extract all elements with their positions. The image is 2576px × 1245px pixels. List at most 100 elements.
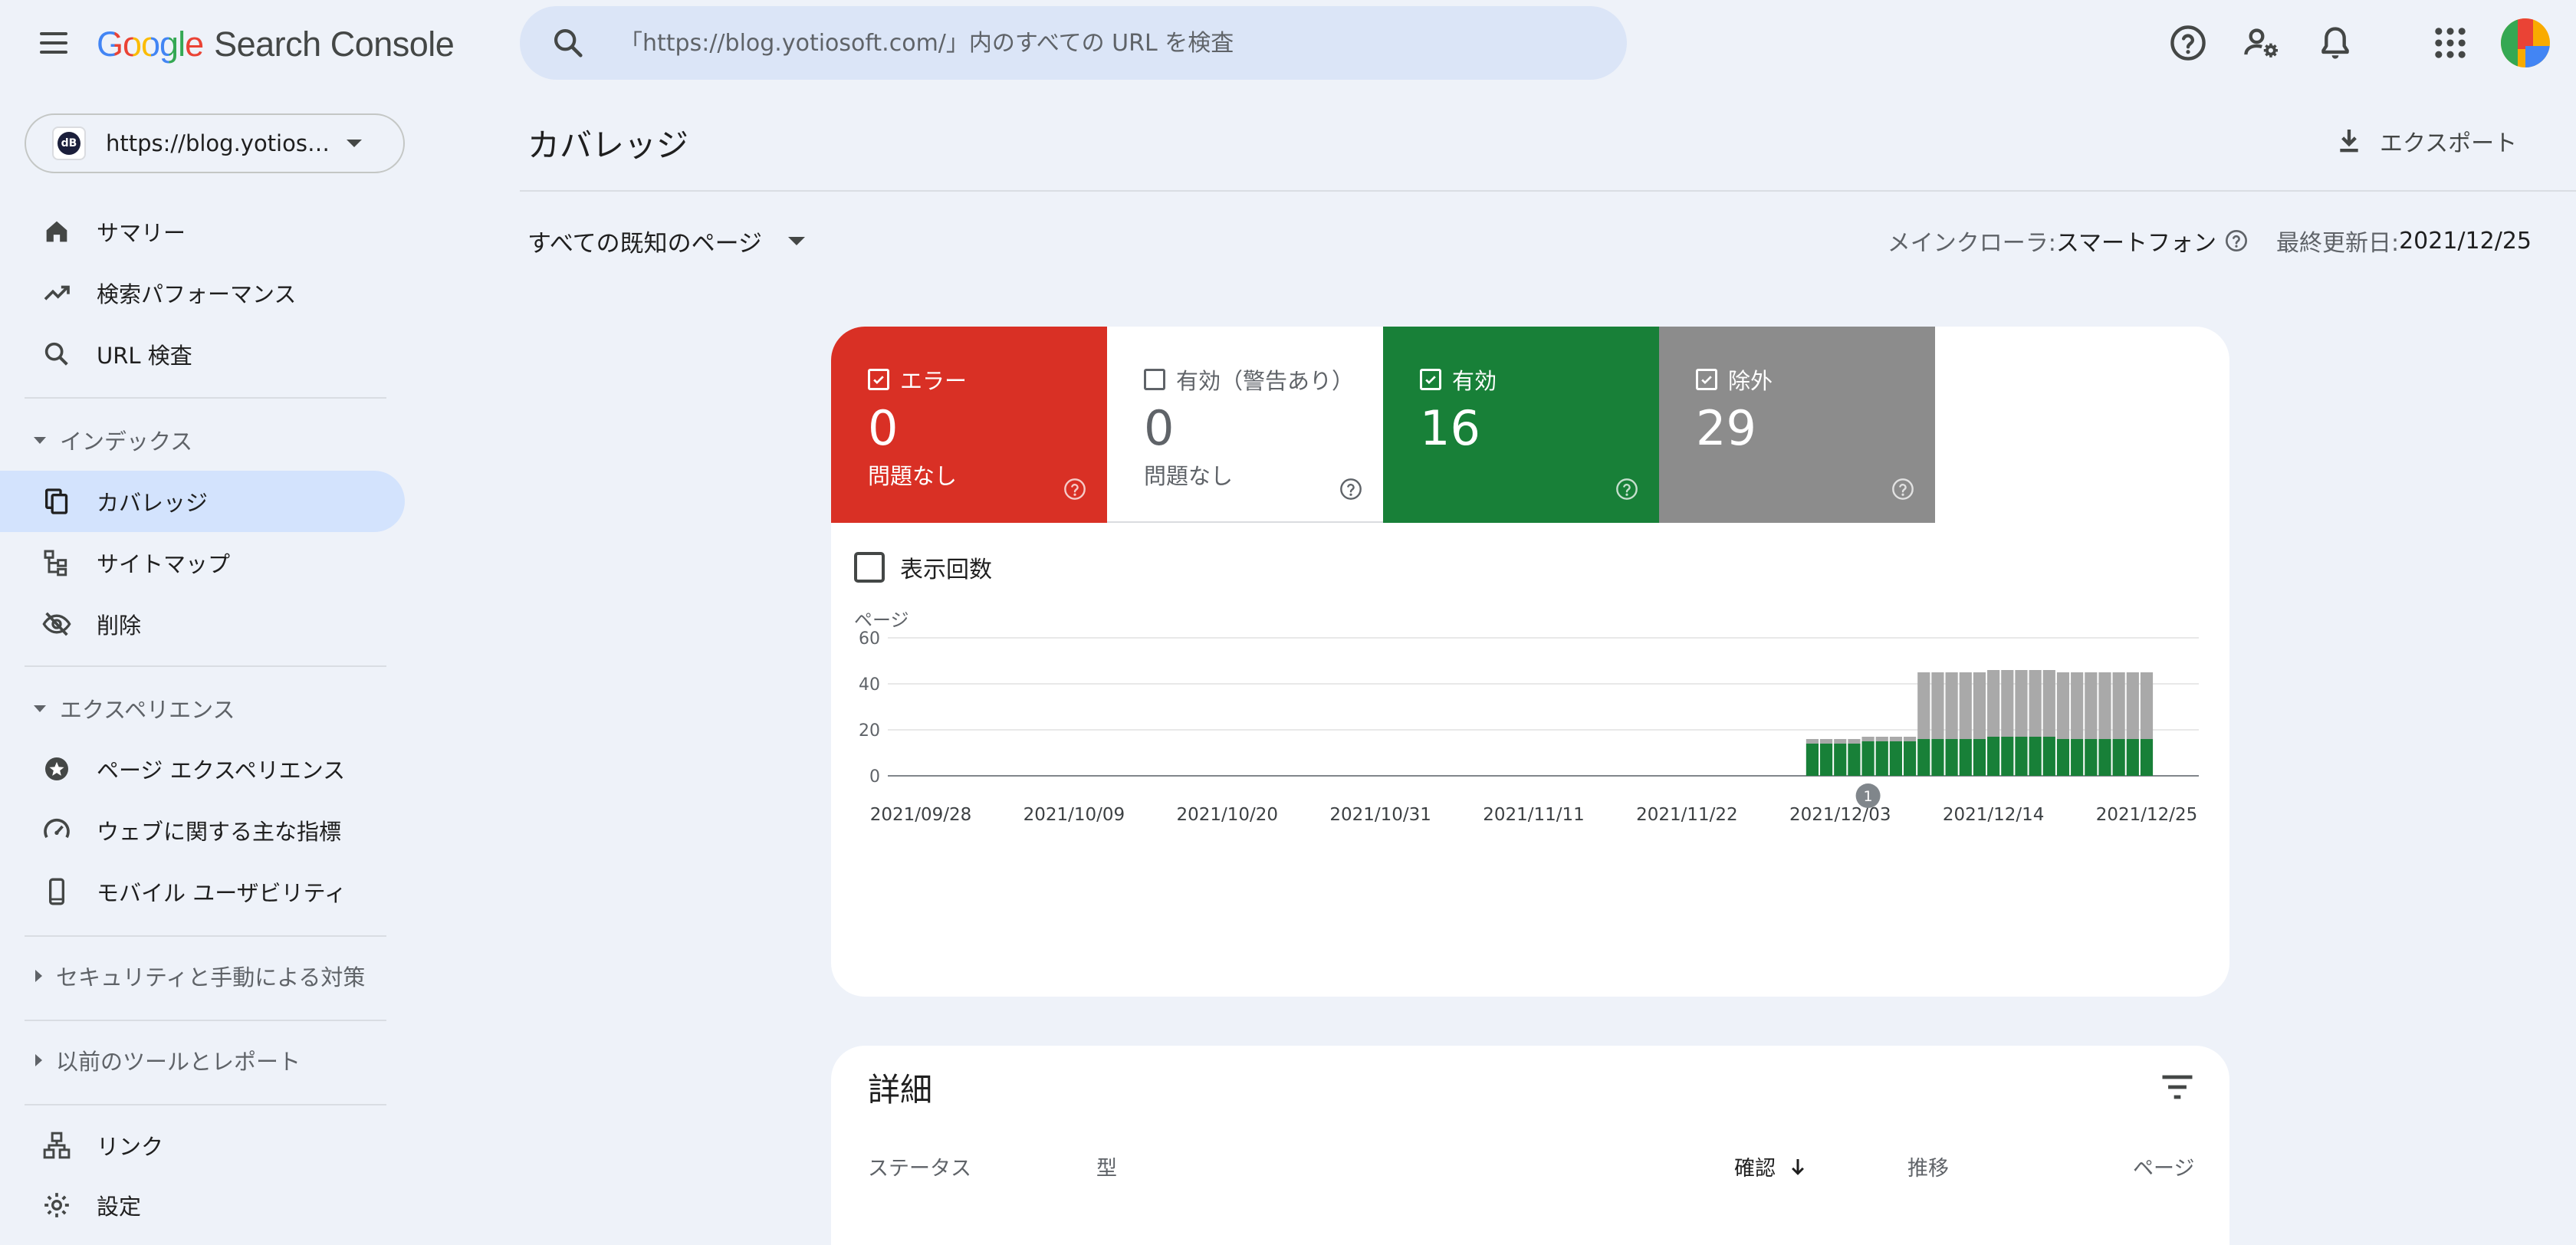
checkbox[interactable] (1696, 369, 1717, 390)
annotation-marker[interactable]: 1 (1855, 783, 1881, 808)
details-title: 詳細 (868, 1071, 933, 1109)
bar-valid (1806, 744, 1819, 776)
bar-excluded (1861, 737, 1875, 741)
notifications-bell-icon[interactable] (2315, 23, 2355, 63)
help-icon[interactable] (2168, 23, 2208, 63)
y-tick-label: 0 (869, 767, 880, 787)
app-logo[interactable]: Google Search Console (97, 23, 455, 66)
google-wordmark: Google (97, 25, 204, 64)
tile-valid[interactable]: 有効 16 (1383, 327, 1659, 523)
collapse-arrow-icon (34, 705, 46, 712)
filter-icon[interactable] (2157, 1067, 2197, 1107)
column-header-type[interactable]: 型 (1096, 1151, 1117, 1181)
bar-excluded (2098, 672, 2111, 739)
sidebar-item-page-experience[interactable]: ページ エクスペリエンス (0, 738, 405, 800)
sidebar-section-legacy-tools[interactable]: 以前のツールとレポート (0, 1037, 405, 1083)
page-filter-dropdown[interactable]: すべての既知のページ (527, 221, 805, 261)
bar-excluded (1945, 672, 1958, 739)
bar-valid (1917, 739, 1930, 776)
tile-subtitle: 問題なし (868, 463, 958, 489)
bar-valid (2029, 737, 2042, 776)
bar-excluded (1987, 670, 2000, 737)
bar-excluded (1889, 737, 1903, 741)
sidebar-item-summary[interactable]: サマリー (0, 201, 405, 262)
bar-valid (1819, 744, 1833, 776)
help-icon[interactable] (1891, 477, 1915, 501)
manage-users-icon[interactable] (2242, 23, 2282, 63)
sidebar-item-search-performance[interactable]: 検索パフォーマンス (0, 262, 405, 324)
bar-valid (1987, 737, 2000, 776)
sidebar-item-coverage[interactable]: カバレッジ (0, 471, 405, 532)
x-tick-label: 2021/11/22 (1636, 805, 1738, 825)
bar-excluded (1819, 739, 1833, 744)
column-header-validation[interactable]: 確認 (1734, 1151, 1809, 1181)
column-header-trend[interactable]: 推移 (1907, 1151, 1949, 1181)
bar-valid (2042, 737, 2055, 776)
checkbox[interactable] (868, 369, 889, 390)
sidebar-divider (25, 1020, 386, 1021)
help-icon[interactable] (1339, 477, 1363, 501)
bar-excluded (2140, 672, 2154, 739)
help-icon[interactable] (1063, 477, 1087, 501)
x-tick-label: 2021/10/20 (1176, 805, 1278, 825)
sidebar-item-removals[interactable]: 削除 (0, 593, 405, 655)
search-icon[interactable] (550, 25, 586, 61)
impressions-toggle[interactable]: 表示回数 (854, 550, 992, 584)
column-header-status[interactable]: ステータス (868, 1151, 971, 1181)
url-inspection-search[interactable] (520, 6, 1627, 80)
sidebar-section-experience[interactable]: エクスペリエンス (0, 685, 405, 731)
product-name: Search Console (214, 25, 455, 64)
column-header-pages[interactable]: ページ (2133, 1151, 2194, 1181)
details-card: 詳細 ステータス 型 確認 推移 ページ (831, 1046, 2229, 1245)
links-icon (40, 1128, 74, 1162)
x-tick-label: 2021/12/14 (1943, 805, 2045, 825)
tile-error[interactable]: エラー 0 問題なし (831, 327, 1107, 523)
bar-excluded (1848, 739, 1861, 744)
checkbox[interactable] (1144, 369, 1165, 390)
coverage-card: エラー 0 問題なし 有効（警告あり） 0 問題なし 有効 16 除外 29 表… (831, 327, 2229, 997)
x-tick-label: 2021/12/03 (1789, 805, 1891, 825)
tile-valid-with-warnings[interactable]: 有効（警告あり） 0 問題なし (1107, 327, 1383, 523)
tile-excluded[interactable]: 除外 29 (1659, 327, 1935, 523)
property-selector[interactable]: dB https://blog.yotiosoft.com/ (25, 113, 405, 173)
tile-count: 29 (1696, 400, 1756, 456)
page-experience-icon (40, 752, 74, 786)
sidebar-item-url-inspection[interactable]: URL 検査 (0, 324, 405, 385)
help-icon[interactable] (2224, 228, 2249, 253)
sidebar-item-settings[interactable]: 設定 (0, 1174, 405, 1236)
bar-valid (1834, 744, 1847, 776)
bar-excluded (1834, 739, 1847, 744)
main-menu-button[interactable] (34, 23, 74, 63)
sidebar-item-core-web-vitals[interactable]: ウェブに関する主な指標 (0, 800, 405, 861)
bar-valid (2126, 739, 2139, 776)
settings-icon (40, 1188, 74, 1222)
bar-excluded (2001, 670, 2014, 737)
bar-excluded (2071, 672, 2084, 739)
export-button[interactable]: エクスポート (2334, 121, 2517, 161)
checkbox[interactable] (1420, 369, 1441, 390)
sitemap-icon (40, 546, 74, 580)
bar-valid (1973, 739, 1986, 776)
sidebar-divider (25, 665, 386, 667)
account-avatar[interactable] (2501, 18, 2550, 67)
tile-subtitle: 問題なし (1144, 463, 1234, 489)
sidebar-item-sitemaps[interactable]: サイトマップ (0, 532, 405, 593)
sort-descending-icon (1792, 1158, 1804, 1175)
help-icon[interactable] (1615, 477, 1639, 501)
bar-excluded (1917, 672, 1930, 739)
sidebar-section-security[interactable]: セキュリティと手動による対策 (0, 953, 405, 999)
speed-gauge-icon (40, 813, 74, 847)
check-icon (1425, 376, 1436, 385)
bar-valid (1959, 739, 1972, 776)
collapse-arrow-icon (34, 436, 46, 444)
sidebar-item-mobile-usability[interactable]: モバイル ユーザビリティ (0, 861, 405, 922)
bar-valid (1904, 741, 1917, 776)
apps-grid-icon[interactable] (2430, 23, 2470, 63)
search-input[interactable] (618, 28, 1627, 57)
bar-valid (2071, 739, 2084, 776)
sidebar-section-index[interactable]: インデックス (0, 417, 405, 463)
bar-valid (2015, 737, 2028, 776)
tile-count: 16 (1420, 400, 1480, 456)
checkbox[interactable] (854, 552, 885, 583)
sidebar-item-links[interactable]: リンク (0, 1115, 405, 1176)
